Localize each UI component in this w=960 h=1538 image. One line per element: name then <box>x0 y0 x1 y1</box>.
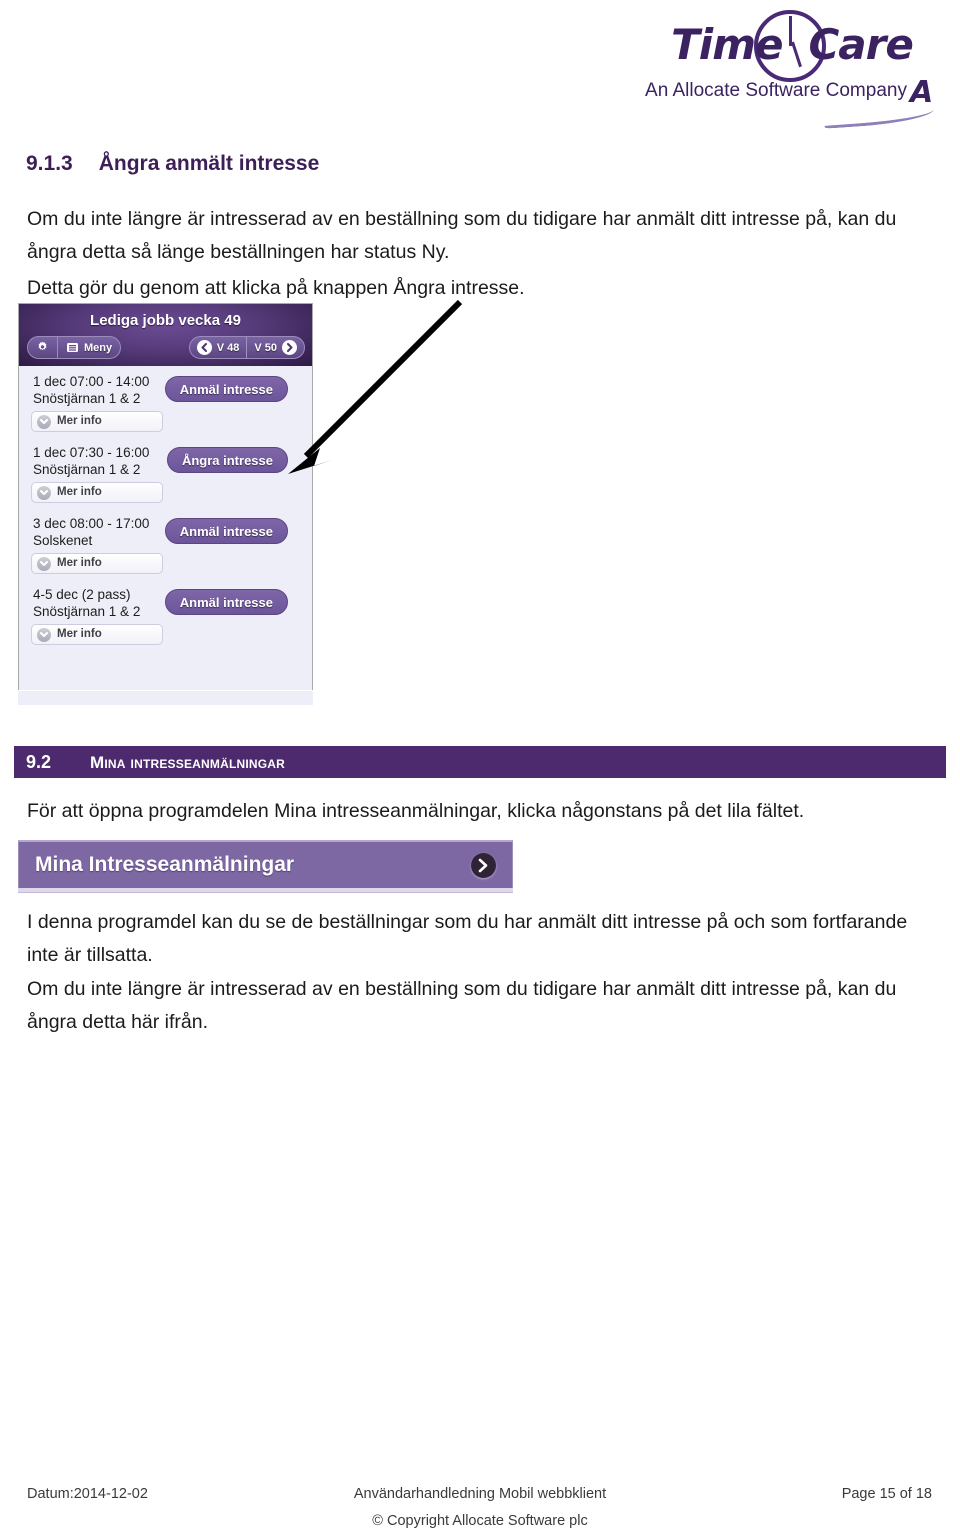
job-row: 1 dec 07:00 - 14:00 Snöstjärnan 1 & 2 Me… <box>19 366 312 437</box>
chevron-left-icon <box>196 340 212 355</box>
section-number-913: 9.1.3 <box>26 152 73 175</box>
app-header: Lediga jobb vecka 49 Meny V 48 V 50 <box>19 304 312 366</box>
section-number-92: 9.2 <box>26 752 52 772</box>
app-job-list: 1 dec 07:00 - 14:00 Snöstjärnan 1 & 2 Me… <box>19 366 312 690</box>
screenshot-footer-strip <box>18 691 313 705</box>
brand-logo: Time Care An Allocate Software Company A <box>642 8 942 129</box>
logo-tagline: An Allocate Software Company <box>645 80 907 101</box>
logo-wordmark: Time Care <box>642 20 942 69</box>
job-row: 3 dec 08:00 - 17:00 Solskenet Mer info A… <box>19 508 312 579</box>
chevron-down-circle-icon <box>37 628 51 642</box>
settings-button[interactable] <box>28 337 57 358</box>
screenshot-frame: Lediga jobb vecka 49 Meny V 48 V 50 1 de… <box>18 303 313 690</box>
job-location: Snöstjärnan 1 & 2 <box>33 391 141 406</box>
paragraph-92-intro: För att öppna programdelen Mina intresse… <box>27 800 805 822</box>
more-info-button[interactable]: Mer info <box>31 624 163 645</box>
footer-copyright: © Copyright Allocate Software plc <box>372 1513 588 1529</box>
prev-week-button[interactable]: V 48 <box>190 337 247 358</box>
menu-button-label: Meny <box>84 341 113 354</box>
mina-bar-label: Mina Intresseanmälningar <box>35 853 295 876</box>
gear-icon <box>36 341 49 354</box>
chevron-down-circle-icon <box>37 415 51 429</box>
job-time: 4-5 dec (2 pass) <box>33 587 131 602</box>
logo-word-care: Care <box>808 20 913 69</box>
logo-swoosh-icon <box>823 104 935 129</box>
annotation-arrow-icon <box>270 290 470 495</box>
chevron-down-circle-icon <box>37 557 51 571</box>
section-banner-92: 9.2 Mina intresseanmälningar <box>14 746 946 778</box>
section-title-92: Mina intresseanmälningar <box>90 753 286 772</box>
more-info-button[interactable]: Mer info <box>31 553 163 574</box>
mina-intresseanmalningar-bar[interactable]: Mina Intresseanmälningar <box>18 840 513 888</box>
page-title: 9.1.3 Ångra anmält intresse <box>26 152 319 176</box>
more-info-button[interactable]: Mer info <box>31 482 163 503</box>
job-location: Snöstjärnan 1 & 2 <box>33 604 141 619</box>
paragraph-913-2: Detta gör du genom att klicka på knappen… <box>27 277 525 299</box>
mina-bar-underline <box>18 888 513 893</box>
job-row: 1 dec 07:30 - 16:00 Snöstjärnan 1 & 2 Me… <box>19 437 312 508</box>
more-info-label: Mer info <box>57 628 102 640</box>
mobile-app-screenshot: Lediga jobb vecka 49 Meny V 48 V 50 1 de… <box>18 303 313 705</box>
paragraph-913-1: Om du inte längre är intresserad av en b… <box>27 208 897 263</box>
section-title-913: Ångra anmält intresse <box>98 152 320 175</box>
more-info-button[interactable]: Mer info <box>31 411 163 432</box>
app-toolbar-left: Meny <box>27 336 122 359</box>
prev-week-label: V 48 <box>216 341 240 354</box>
job-time: 3 dec 08:00 - 17:00 <box>33 516 150 531</box>
paragraph-92-2: Om du inte längre är intresserad av en b… <box>27 978 897 1033</box>
chevron-right-circle-icon <box>471 853 496 878</box>
paragraph-92-1: I denna programdel kan du se de beställn… <box>27 911 908 966</box>
more-info-label: Mer info <box>57 557 102 569</box>
job-location: Snöstjärnan 1 & 2 <box>33 462 141 477</box>
logo-word-time: Time <box>671 20 783 69</box>
job-location: Solskenet <box>33 533 93 548</box>
job-time: 1 dec 07:00 - 14:00 <box>33 374 150 389</box>
job-action-button[interactable]: Anmäl intresse <box>164 589 288 615</box>
job-row: 4-5 dec (2 pass) Snöstjärnan 1 & 2 Mer i… <box>19 579 312 650</box>
more-info-label: Mer info <box>57 486 102 498</box>
job-action-button[interactable]: Anmäl intresse <box>164 518 288 544</box>
chevron-down-circle-icon <box>37 486 51 500</box>
menu-button[interactable]: Meny <box>57 337 120 358</box>
app-header-title: Lediga jobb vecka 49 <box>90 312 241 329</box>
footer-document-title: Användarhandledning Mobil webbklient <box>353 1486 607 1502</box>
hamburger-icon <box>66 341 79 354</box>
footer-page-number: Page 15 of 18 <box>841 1486 932 1502</box>
job-time: 1 dec 07:30 - 16:00 <box>33 445 150 460</box>
more-info-label: Mer info <box>57 415 102 427</box>
